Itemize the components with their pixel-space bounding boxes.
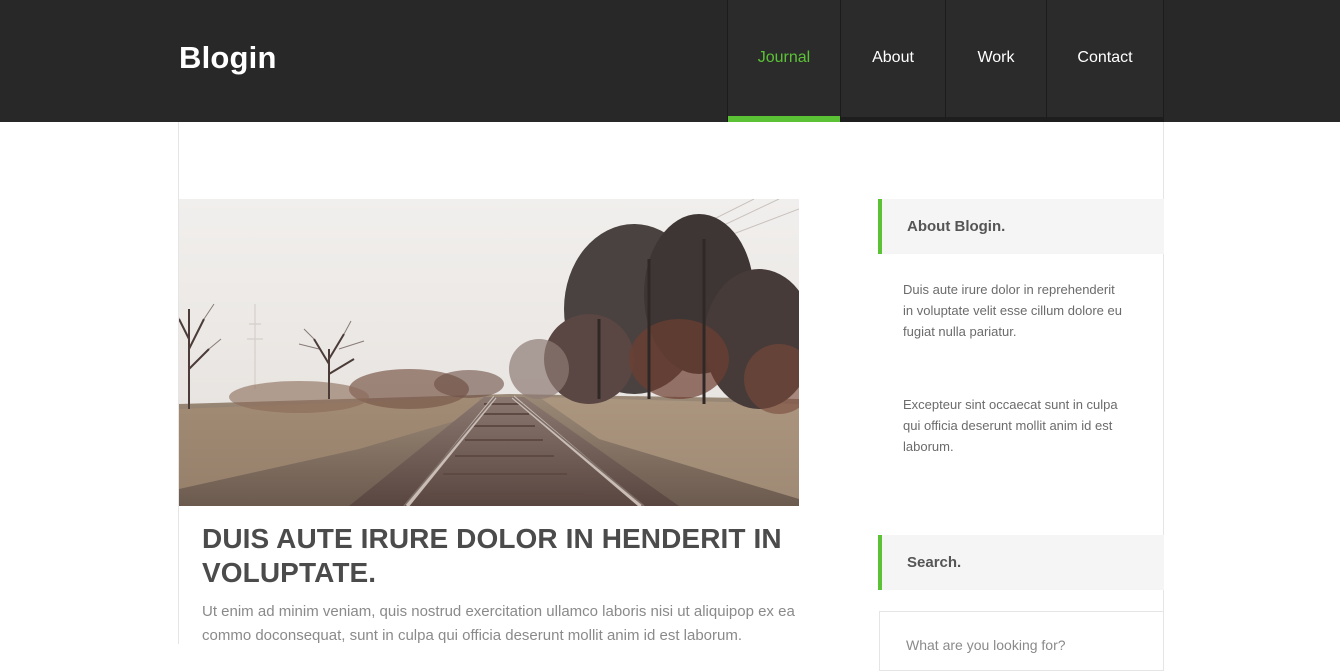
nav-item-work[interactable]: Work <box>945 0 1046 122</box>
nav-item-label: About <box>872 49 914 66</box>
post-title[interactable]: DUIS AUTE IRURE DOLOR IN HENDERIT IN VOL… <box>202 522 782 590</box>
search-widget-title: Search. <box>907 554 962 571</box>
site-logo[interactable]: Blogin <box>179 40 277 76</box>
search-input[interactable] <box>904 636 1148 654</box>
about-widget-title: About Blogin. <box>907 218 1006 235</box>
nav-item-contact[interactable]: Contact <box>1046 0 1164 122</box>
about-paragraph-1: Duis aute irure dolor in reprehenderit i… <box>903 282 1122 339</box>
nav-item-label: Contact <box>1077 49 1133 66</box>
nav-item-label: Journal <box>757 49 811 66</box>
site-header: Blogin Journal About Work Contact <box>0 0 1340 122</box>
about-widget-header: About Blogin. <box>878 199 1164 254</box>
nav-item-journal[interactable]: Journal <box>727 0 840 122</box>
post-featured-image[interactable] <box>179 199 799 506</box>
post-excerpt: Ut enim ad minim veniam, quis nostrud ex… <box>202 603 795 644</box>
search-widget-header: Search. <box>878 535 1164 590</box>
main-nav: Journal About Work Contact <box>727 0 1164 122</box>
nav-item-label: Work <box>977 49 1015 66</box>
nav-item-about[interactable]: About <box>840 0 945 122</box>
search-box[interactable] <box>879 611 1164 671</box>
about-paragraph-2: Excepteur sint occaecat sunt in culpa qu… <box>903 397 1118 454</box>
